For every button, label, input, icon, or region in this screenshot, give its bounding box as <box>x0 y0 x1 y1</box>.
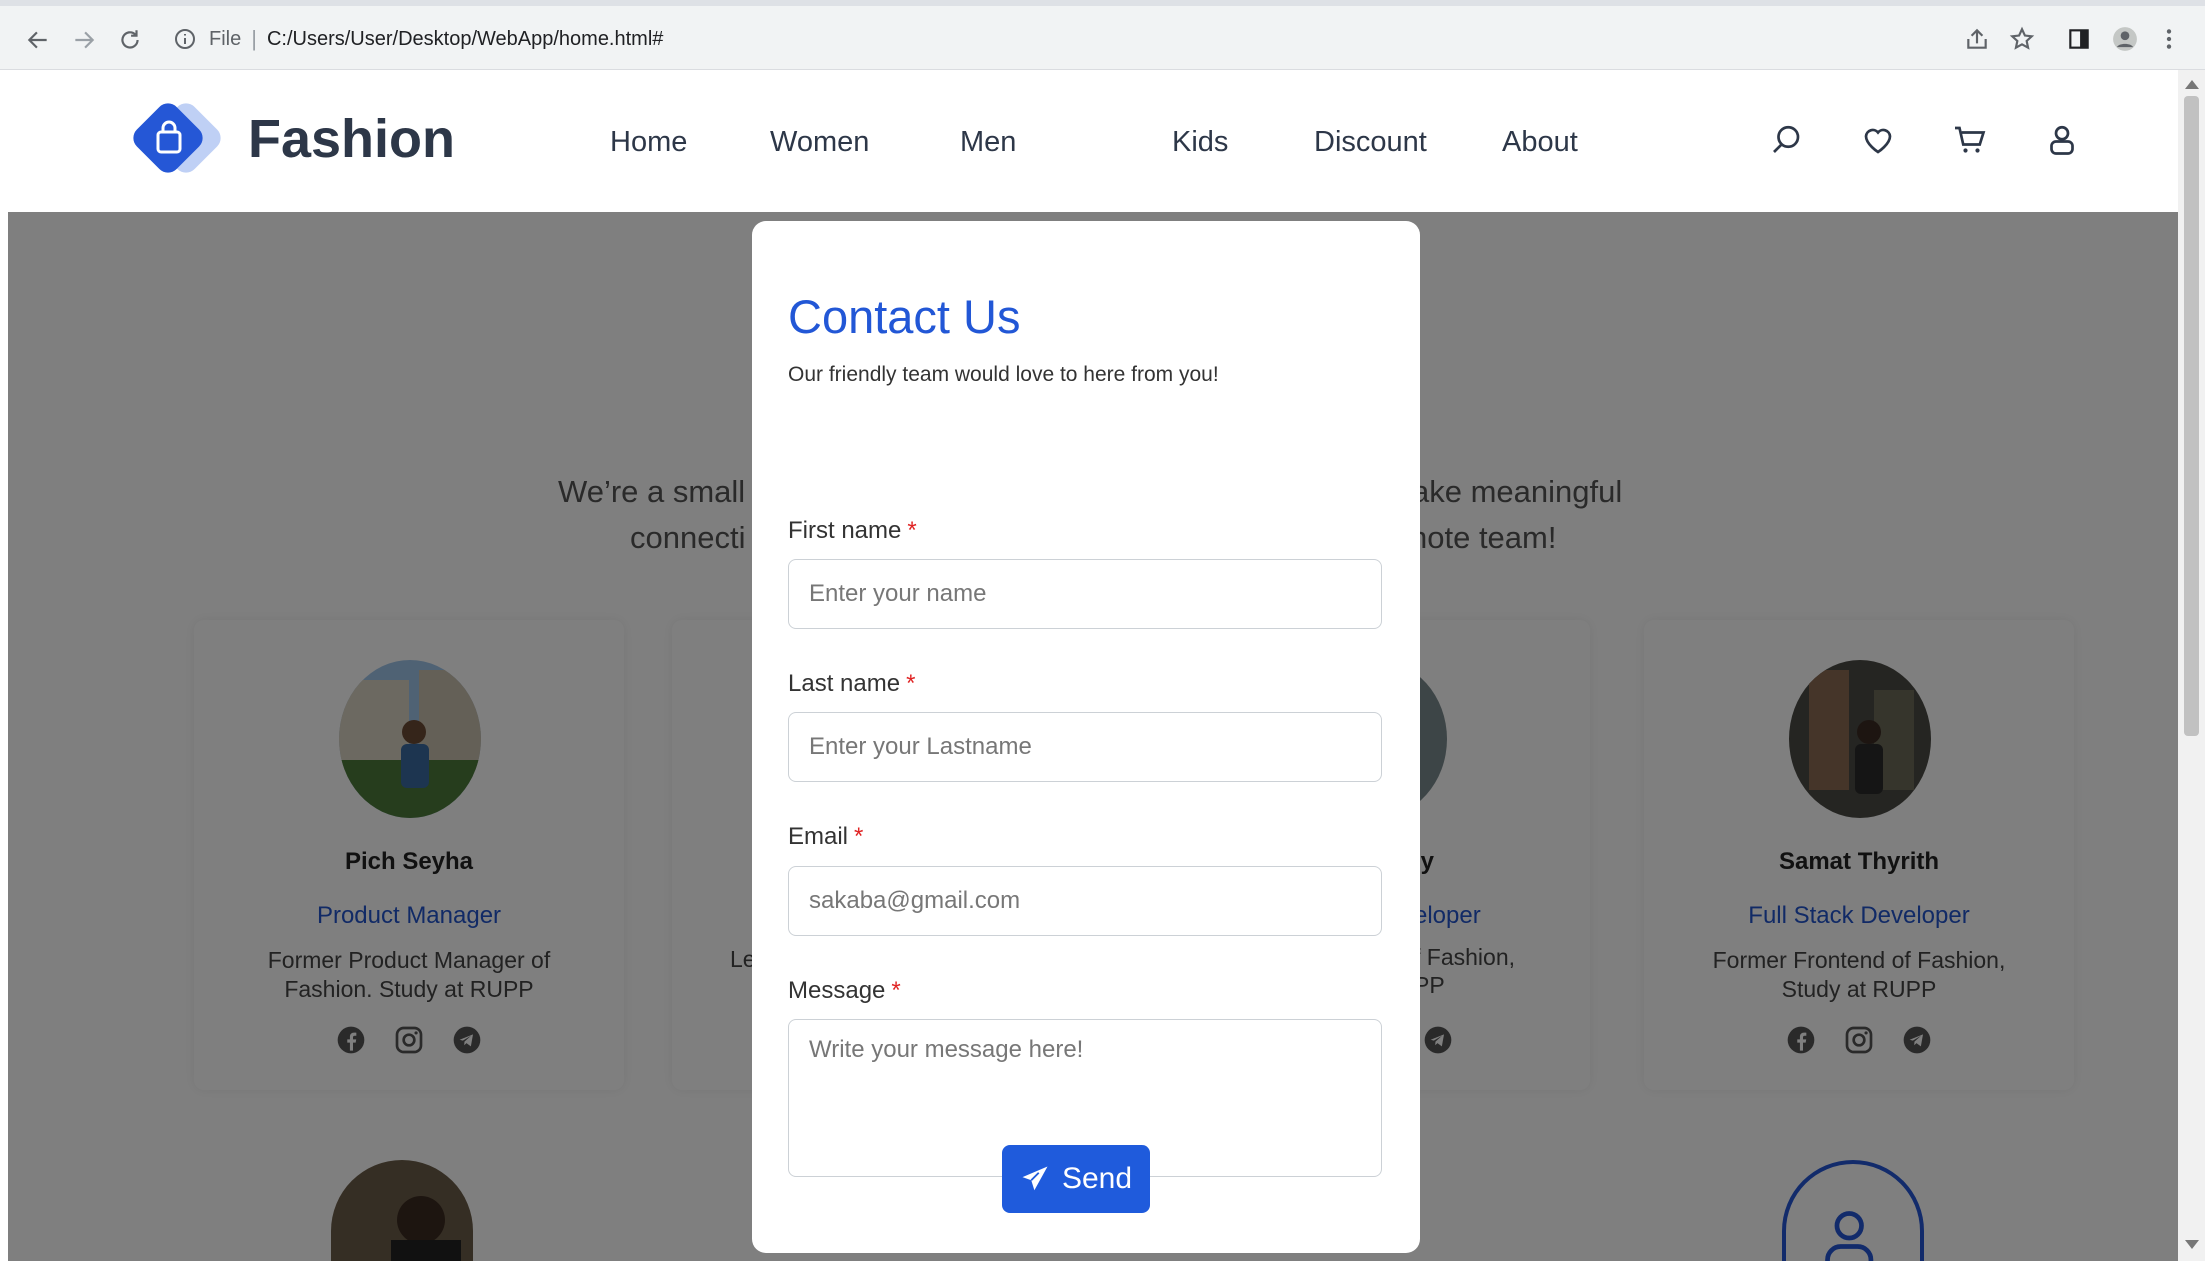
site-header: Fashion Home Women Men Kids Discount Abo… <box>8 70 2178 212</box>
page-viewport: Fashion Home Women Men Kids Discount Abo… <box>8 70 2178 1261</box>
reload-icon <box>121 30 139 49</box>
nav-home[interactable]: Home <box>610 126 687 159</box>
info-icon[interactable] <box>173 27 197 51</box>
nav-women[interactable]: Women <box>770 126 869 159</box>
back-button[interactable] <box>20 22 56 58</box>
message-label-text: Message <box>788 977 886 1004</box>
tab-strip <box>0 0 2205 6</box>
contact-modal: Contact Us Our friendly team would love … <box>752 221 1420 1253</box>
message-label: Message * <box>788 977 901 1005</box>
arrow-right-icon <box>75 31 95 49</box>
last-name-input[interactable] <box>788 712 1382 782</box>
first-name-label: First name * <box>788 517 917 545</box>
user-icon <box>2050 125 2074 155</box>
modal-subtitle: Our friendly team would love to here fro… <box>788 363 1219 386</box>
cart-icon <box>1955 126 1986 153</box>
last-name-label-text: Last name <box>788 670 901 697</box>
scroll-up-arrow-icon[interactable] <box>2185 80 2199 89</box>
nav-discount[interactable]: Discount <box>1314 126 1427 159</box>
shopping-bag-logo-icon[interactable] <box>128 98 228 184</box>
forward-button[interactable] <box>66 22 102 58</box>
first-name-input[interactable] <box>788 559 1382 629</box>
nav-kids[interactable]: Kids <box>1172 126 1228 159</box>
url-text[interactable]: C:/Users/User/Desktop/WebApp/home.html# <box>267 28 663 51</box>
first-name-label-text: First name <box>788 517 902 544</box>
address-bar[interactable]: File | C:/Users/User/Desktop/WebApp/home… <box>165 16 2005 62</box>
side-panel-button[interactable] <box>2062 22 2096 56</box>
kebab-menu-icon <box>2166 29 2172 49</box>
brand-name[interactable]: Fashion <box>248 108 455 170</box>
bookmark-button[interactable] <box>2005 22 2039 56</box>
profile-button[interactable] <box>2108 22 2142 56</box>
nav-men[interactable]: Men <box>960 126 1016 159</box>
required-asterisk: * <box>891 977 901 1004</box>
required-asterisk: * <box>854 823 864 850</box>
profile-icon <box>2113 27 2137 51</box>
scroll-down-arrow-icon[interactable] <box>2185 1240 2199 1249</box>
vertical-scrollbar[interactable] <box>2178 70 2205 1261</box>
share-button[interactable] <box>1960 22 1994 56</box>
required-asterisk: * <box>906 670 916 697</box>
heart-icon <box>1864 128 1892 154</box>
browser-toolbar: File | C:/Users/User/Desktop/WebApp/home… <box>0 0 2205 70</box>
required-asterisk: * <box>907 517 917 544</box>
star-icon <box>2009 26 2035 50</box>
arrow-left-icon <box>27 31 47 49</box>
reload-button[interactable] <box>112 22 148 58</box>
nav-about[interactable]: About <box>1502 126 1578 159</box>
side-panel-icon <box>2069 29 2089 49</box>
email-input[interactable] <box>788 866 1382 936</box>
menu-button[interactable] <box>2152 22 2186 56</box>
search-button[interactable] <box>1768 122 1804 158</box>
share-icon <box>1967 28 1987 49</box>
wishlist-button[interactable] <box>1860 122 1896 158</box>
file-scheme-label: File <box>209 27 242 50</box>
send-label: Send <box>1061 1162 1133 1195</box>
address-separator: | <box>251 26 257 51</box>
modal-title: Contact Us <box>788 290 1021 343</box>
paper-plane-icon <box>1022 1166 1048 1191</box>
last-name-label: Last name * <box>788 670 915 698</box>
send-button[interactable]: Send <box>1002 1145 1150 1213</box>
email-label-text: Email <box>788 823 849 850</box>
search-icon <box>1773 125 1800 153</box>
email-label: Email * <box>788 823 863 851</box>
account-button[interactable] <box>2044 122 2080 158</box>
cart-button[interactable] <box>1952 122 1988 158</box>
scrollbar-thumb[interactable] <box>2184 96 2199 736</box>
